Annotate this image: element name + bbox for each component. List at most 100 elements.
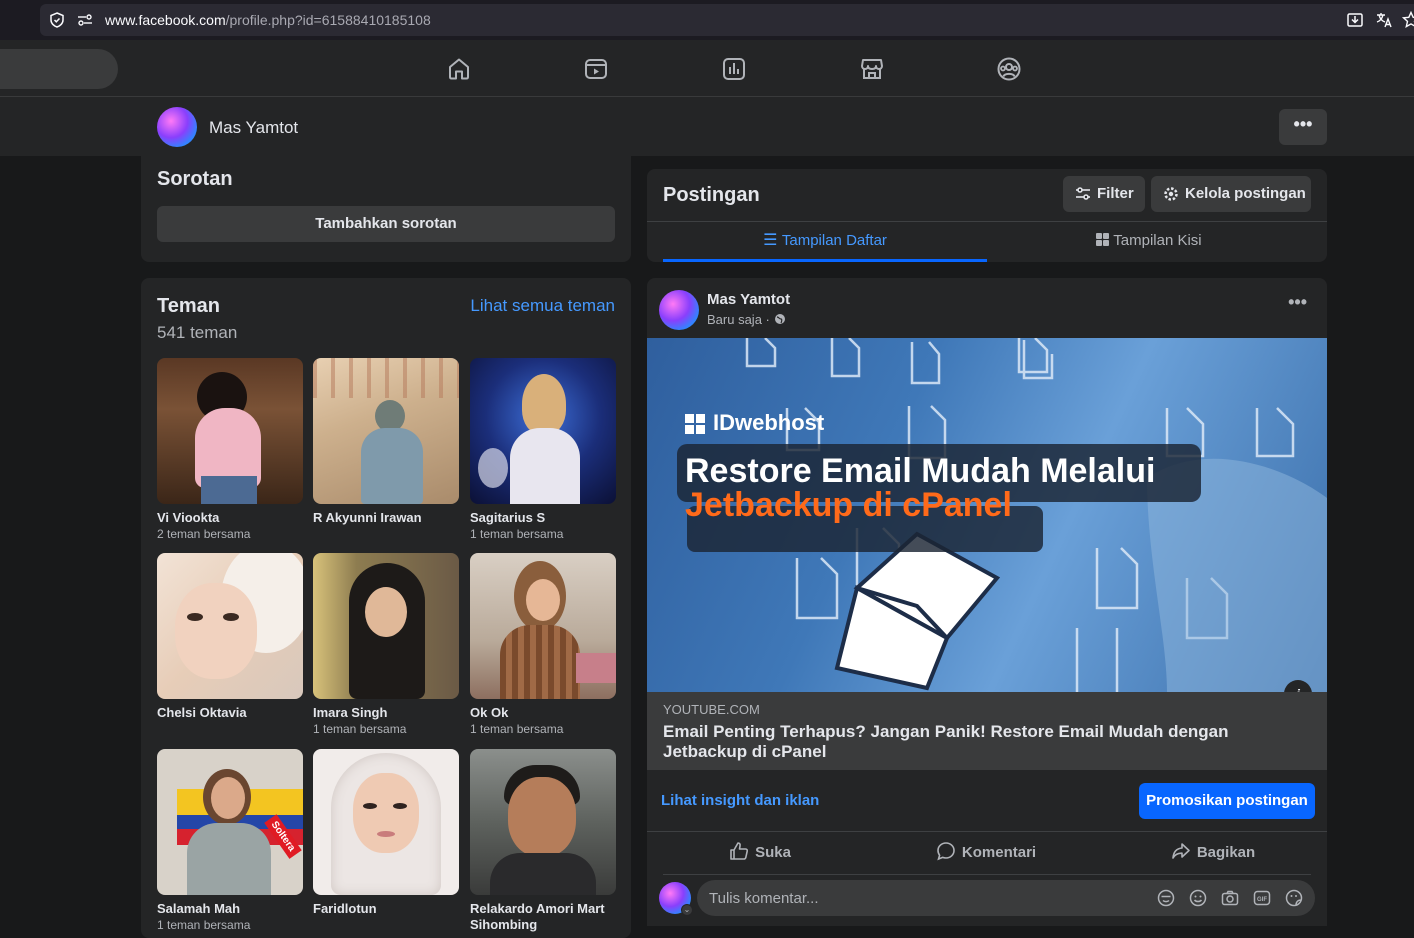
chevron-down-icon[interactable]: ⌄ [681, 904, 693, 916]
camera-icon[interactable] [1221, 889, 1239, 907]
profile-name[interactable]: Mas Yamtot [209, 118, 298, 138]
comment-button[interactable]: Komentari [873, 832, 1099, 874]
friend-card[interactable]: Imara Singh 1 teman bersama [313, 553, 459, 738]
friend-name[interactable]: R Akyunni Irawan [313, 510, 459, 526]
post-image-brand: IDwebhost [713, 410, 825, 435]
comment-placeholder: Tulis komentar... [709, 890, 819, 907]
profile-sticky-header: Mas Yamtot ••• [0, 97, 1414, 156]
url-text[interactable]: www.facebook.com/profile.php?id=61588410… [105, 12, 431, 28]
post-timestamp[interactable]: Baru saja · [707, 312, 786, 327]
sticker-icon[interactable] [1285, 889, 1303, 907]
share-label: Bagikan [1196, 844, 1256, 861]
profile-avatar[interactable] [157, 107, 197, 147]
video-icon[interactable] [583, 56, 609, 82]
friend-name[interactable]: Sagitarius S [470, 510, 616, 526]
friend-card[interactable]: Relakardo Amori Mart Sihombing [470, 749, 616, 933]
friend-photo[interactable] [470, 553, 616, 699]
post-image-headline-2: Jetbackup di cPanel [685, 486, 1012, 524]
post-link-image[interactable]: IDwebhost Restore Email Mudah Melalui Je… [647, 338, 1327, 692]
friends-title: Teman [157, 295, 220, 317]
friend-card[interactable]: R Akyunni Irawan [313, 358, 459, 526]
friend-card[interactable]: Ok Ok 1 teman bersama [470, 553, 616, 738]
more-options-button[interactable]: ••• [1279, 109, 1327, 145]
share-icon [1172, 843, 1190, 859]
list-icon: ☰ [763, 232, 782, 249]
dashboard-icon[interactable] [721, 56, 747, 82]
url-host: www.facebook.com [105, 12, 226, 28]
comment-input[interactable]: Tulis komentar... GIF [697, 880, 1315, 916]
filter-label: Filter [1097, 185, 1134, 202]
post-more-icon[interactable]: ••• [1288, 292, 1307, 313]
friend-card[interactable]: Vi Viookta 2 teman bersama [157, 358, 303, 543]
friend-name[interactable]: Relakardo Amori Mart Sihombing [470, 901, 616, 933]
browser-toolbar: www.facebook.com/profile.php?id=61588410… [0, 0, 1414, 40]
link-preview[interactable]: YOUTUBE.COM Email Penting Terhapus? Jang… [647, 692, 1327, 770]
friend-name[interactable]: Ok Ok [470, 705, 616, 721]
friend-name[interactable]: Chelsi Oktavia [157, 705, 303, 721]
highlights-card: Sorotan Tambahkan sorotan [141, 156, 631, 262]
download-page-icon[interactable] [1346, 11, 1364, 29]
filter-button[interactable]: Filter [1063, 176, 1145, 212]
like-button[interactable]: Suka [647, 832, 873, 874]
tab-grid-view[interactable]: Tampilan Kisi [987, 222, 1311, 262]
friend-name[interactable]: Salamah Mah [157, 901, 303, 917]
bookmark-star-icon[interactable] [1402, 11, 1414, 29]
tab-grid-label: Tampilan Kisi [1113, 232, 1202, 249]
friend-card[interactable]: Sagitarius S 1 teman bersama [470, 358, 616, 543]
posts-title: Postingan [663, 184, 760, 206]
friend-card[interactable]: Chelsi Oktavia [157, 553, 303, 721]
share-button[interactable]: Bagikan [1099, 832, 1327, 874]
friend-mutual: 1 teman bersama [313, 722, 407, 736]
friend-photo[interactable] [470, 749, 616, 895]
avatar-sticker-icon[interactable] [1157, 889, 1175, 907]
facebook-top-nav [0, 40, 1414, 97]
emoji-icon[interactable] [1189, 889, 1207, 907]
friend-photo[interactable] [157, 358, 303, 504]
friend-card[interactable]: Soltera Salamah Mah 1 teman bersama [157, 749, 303, 934]
grid-icon [1096, 233, 1110, 246]
svg-text:GIF: GIF [1257, 897, 1267, 903]
see-all-friends-link[interactable]: Lihat semua teman [470, 296, 615, 316]
view-insights-link[interactable]: Lihat insight dan iklan [661, 792, 819, 809]
link-title: Email Penting Terhapus? Jangan Panik! Re… [663, 722, 1229, 761]
friend-card[interactable]: Faridlotun [313, 749, 459, 917]
gif-icon[interactable]: GIF [1253, 889, 1271, 907]
friend-name[interactable]: Vi Viookta [157, 510, 303, 526]
search-input[interactable] [0, 49, 118, 89]
friends-count: 541 teman [157, 323, 238, 342]
globe-icon [774, 314, 785, 324]
post-author-name[interactable]: Mas Yamtot [707, 291, 790, 308]
filter-icon [1076, 187, 1090, 200]
friend-mutual: 1 teman bersama [470, 527, 564, 541]
add-highlight-button[interactable]: Tambahkan sorotan [157, 206, 615, 242]
manage-posts-label: Kelola postingan [1185, 185, 1306, 202]
marketplace-icon[interactable] [859, 56, 885, 82]
like-icon [730, 842, 749, 860]
post-card: Mas Yamtot Baru saja · ••• IDwebhost Res… [647, 278, 1327, 926]
post-author-avatar[interactable] [659, 290, 699, 330]
translate-icon[interactable] [1375, 11, 1393, 29]
highlights-title: Sorotan [157, 168, 233, 190]
friend-photo[interactable] [313, 553, 459, 699]
friend-name[interactable]: Faridlotun [313, 901, 459, 917]
shield-icon[interactable] [49, 12, 65, 28]
groups-icon[interactable] [996, 56, 1022, 82]
friend-photo[interactable] [470, 358, 616, 504]
url-path: /profile.php?id=61588410185108 [225, 12, 431, 28]
friend-photo[interactable]: Soltera [157, 749, 303, 895]
friend-photo[interactable] [313, 358, 459, 504]
tab-list-view[interactable]: ☰ Tampilan Daftar [663, 222, 987, 262]
friend-name[interactable]: Imara Singh [313, 705, 459, 721]
comment-label: Komentari [961, 844, 1037, 861]
friend-photo[interactable] [157, 553, 303, 699]
permissions-icon[interactable] [77, 12, 93, 28]
friend-photo[interactable] [313, 749, 459, 895]
post-time-text: Baru saja · [707, 312, 770, 327]
friends-card: Teman 541 teman Lihat semua teman Vi Vio… [141, 278, 631, 938]
promote-post-button[interactable]: Promosikan postingan [1139, 783, 1315, 819]
comment-icon [937, 842, 955, 861]
gear-icon [1164, 187, 1178, 201]
manage-posts-button[interactable]: Kelola postingan [1151, 176, 1311, 212]
like-label: Suka [755, 844, 791, 861]
home-icon[interactable] [446, 56, 472, 82]
